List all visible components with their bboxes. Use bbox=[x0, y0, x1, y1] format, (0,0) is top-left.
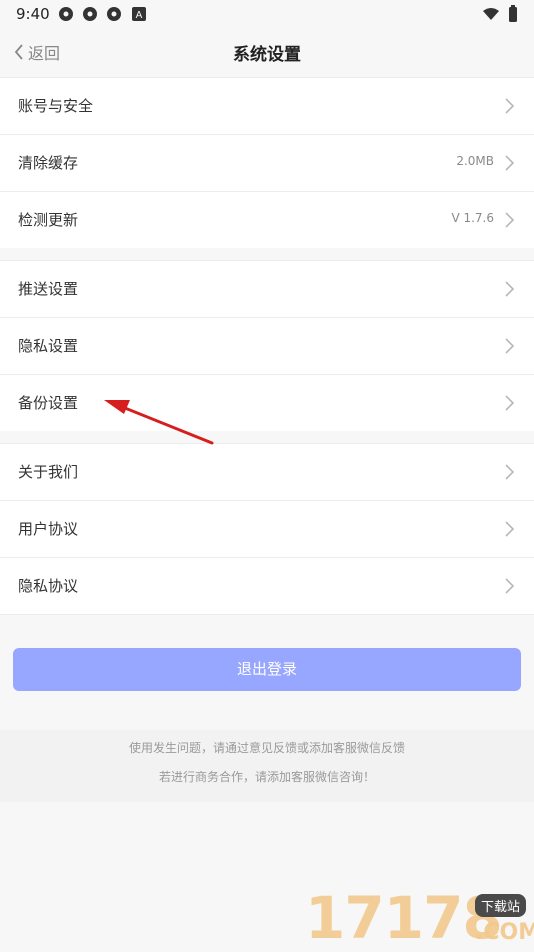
row-label: 关于我们 bbox=[18, 463, 79, 481]
chevron-right-icon bbox=[505, 281, 515, 297]
row-about-us[interactable]: 关于我们 bbox=[0, 444, 534, 501]
wifi-icon bbox=[483, 8, 499, 20]
row-label: 清除缓存 bbox=[18, 154, 79, 172]
row-value: V 1.7.6 bbox=[451, 211, 494, 225]
a-icon: A bbox=[132, 7, 146, 21]
watermark-number: 17178 bbox=[305, 884, 503, 952]
watermark-badge: 下载站 bbox=[475, 894, 527, 917]
status-time: 9:40 bbox=[16, 5, 50, 23]
chevron-right-icon bbox=[505, 98, 515, 114]
red-arrow-icon bbox=[104, 400, 214, 445]
settings-group-1: 账号与安全 清除缓存 2.0MB 检测更新 V 1.7.6 bbox=[0, 77, 534, 248]
row-backup-settings[interactable]: 备份设置 bbox=[0, 375, 534, 431]
chevron-right-icon bbox=[505, 464, 515, 480]
row-label: 用户协议 bbox=[18, 520, 79, 538]
settings-icon bbox=[83, 7, 97, 21]
watermark-com: .COM bbox=[475, 920, 534, 945]
battery-icon bbox=[509, 5, 517, 22]
settings-group-2: 推送设置 隐私设置 备份设置 bbox=[0, 260, 534, 431]
row-user-agreement[interactable]: 用户协议 bbox=[0, 501, 534, 558]
page-title: 系统设置 bbox=[233, 45, 301, 65]
settings-group-3: 关于我们 用户协议 隐私协议 bbox=[0, 443, 534, 615]
chevron-right-icon bbox=[505, 212, 515, 228]
footer-line-1: 使用发生问题，请通过意见反馈或添加客服微信反馈 bbox=[128, 741, 405, 755]
chevron-right-icon bbox=[505, 395, 515, 411]
nav-bar: 返回 系统设置 bbox=[0, 28, 534, 76]
row-label: 推送设置 bbox=[18, 280, 79, 298]
chevron-right-icon bbox=[505, 521, 515, 537]
chevron-right-icon bbox=[505, 578, 515, 594]
row-push-settings[interactable]: 推送设置 bbox=[0, 261, 534, 318]
logout-button[interactable]: 退出登录 bbox=[13, 648, 521, 691]
status-right bbox=[482, 5, 518, 23]
status-bar: 9:40 A bbox=[0, 0, 534, 28]
row-label: 隐私设置 bbox=[18, 337, 79, 355]
chevron-right-icon bbox=[505, 338, 515, 354]
row-clear-cache[interactable]: 清除缓存 2.0MB bbox=[0, 135, 534, 192]
row-privacy-agreement[interactable]: 隐私协议 bbox=[0, 558, 534, 615]
row-label: 账号与安全 bbox=[18, 97, 94, 115]
row-label: 备份设置 bbox=[18, 394, 79, 412]
svg-text:A: A bbox=[136, 10, 143, 21]
row-label: 检测更新 bbox=[18, 211, 79, 229]
settings-icon bbox=[107, 7, 121, 21]
row-check-update[interactable]: 检测更新 V 1.7.6 bbox=[0, 192, 534, 248]
row-account-security[interactable]: 账号与安全 bbox=[0, 78, 534, 135]
watermark-17178: 17178 下载站 .COM bbox=[305, 884, 534, 952]
chevron-right-icon bbox=[505, 155, 515, 171]
row-value: 2.0MB bbox=[456, 154, 494, 168]
row-label: 隐私协议 bbox=[18, 577, 79, 595]
row-privacy-settings[interactable]: 隐私设置 bbox=[0, 318, 534, 375]
footer-line-2: 若进行商务合作，请添加客服微信咨询！ bbox=[158, 770, 375, 784]
footer-info: 使用发生问题，请通过意见反馈或添加客服微信反馈 若进行商务合作，请添加客服微信咨… bbox=[0, 730, 534, 802]
settings-icon bbox=[59, 7, 73, 21]
